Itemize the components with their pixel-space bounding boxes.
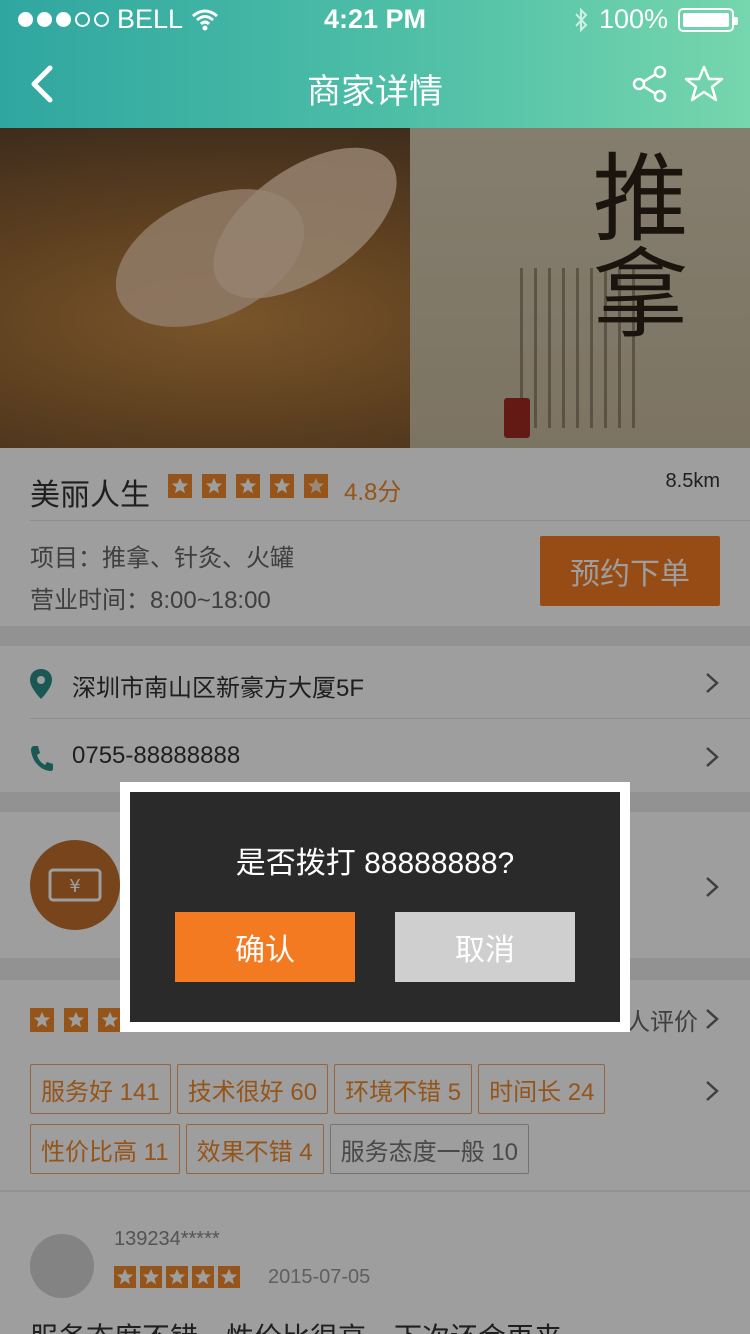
dialog-message: 是否拨打 88888888? <box>235 847 515 880</box>
header: BELL 4:21 PM 100% 商家详情 <box>0 0 750 128</box>
dialog-body: 是否拨打 88888888? 确认 取消 <box>130 792 620 1022</box>
favorite-star-icon[interactable] <box>684 64 724 104</box>
modal-overlay[interactable] <box>0 128 750 1334</box>
status-bar: BELL 4:21 PM 100% <box>0 0 750 40</box>
call-confirm-dialog: 是否拨打 88888888? 确认 取消 <box>120 782 630 1032</box>
status-right: 100% <box>573 4 738 35</box>
battery-icon <box>678 7 738 32</box>
share-icon[interactable] <box>630 64 670 104</box>
confirm-button[interactable]: 确认 <box>175 912 355 982</box>
bluetooth-icon <box>575 7 588 32</box>
nav-bar: 商家详情 <box>0 40 750 128</box>
battery-percent: 100% <box>598 4 668 34</box>
cancel-button[interactable]: 取消 <box>395 912 575 982</box>
